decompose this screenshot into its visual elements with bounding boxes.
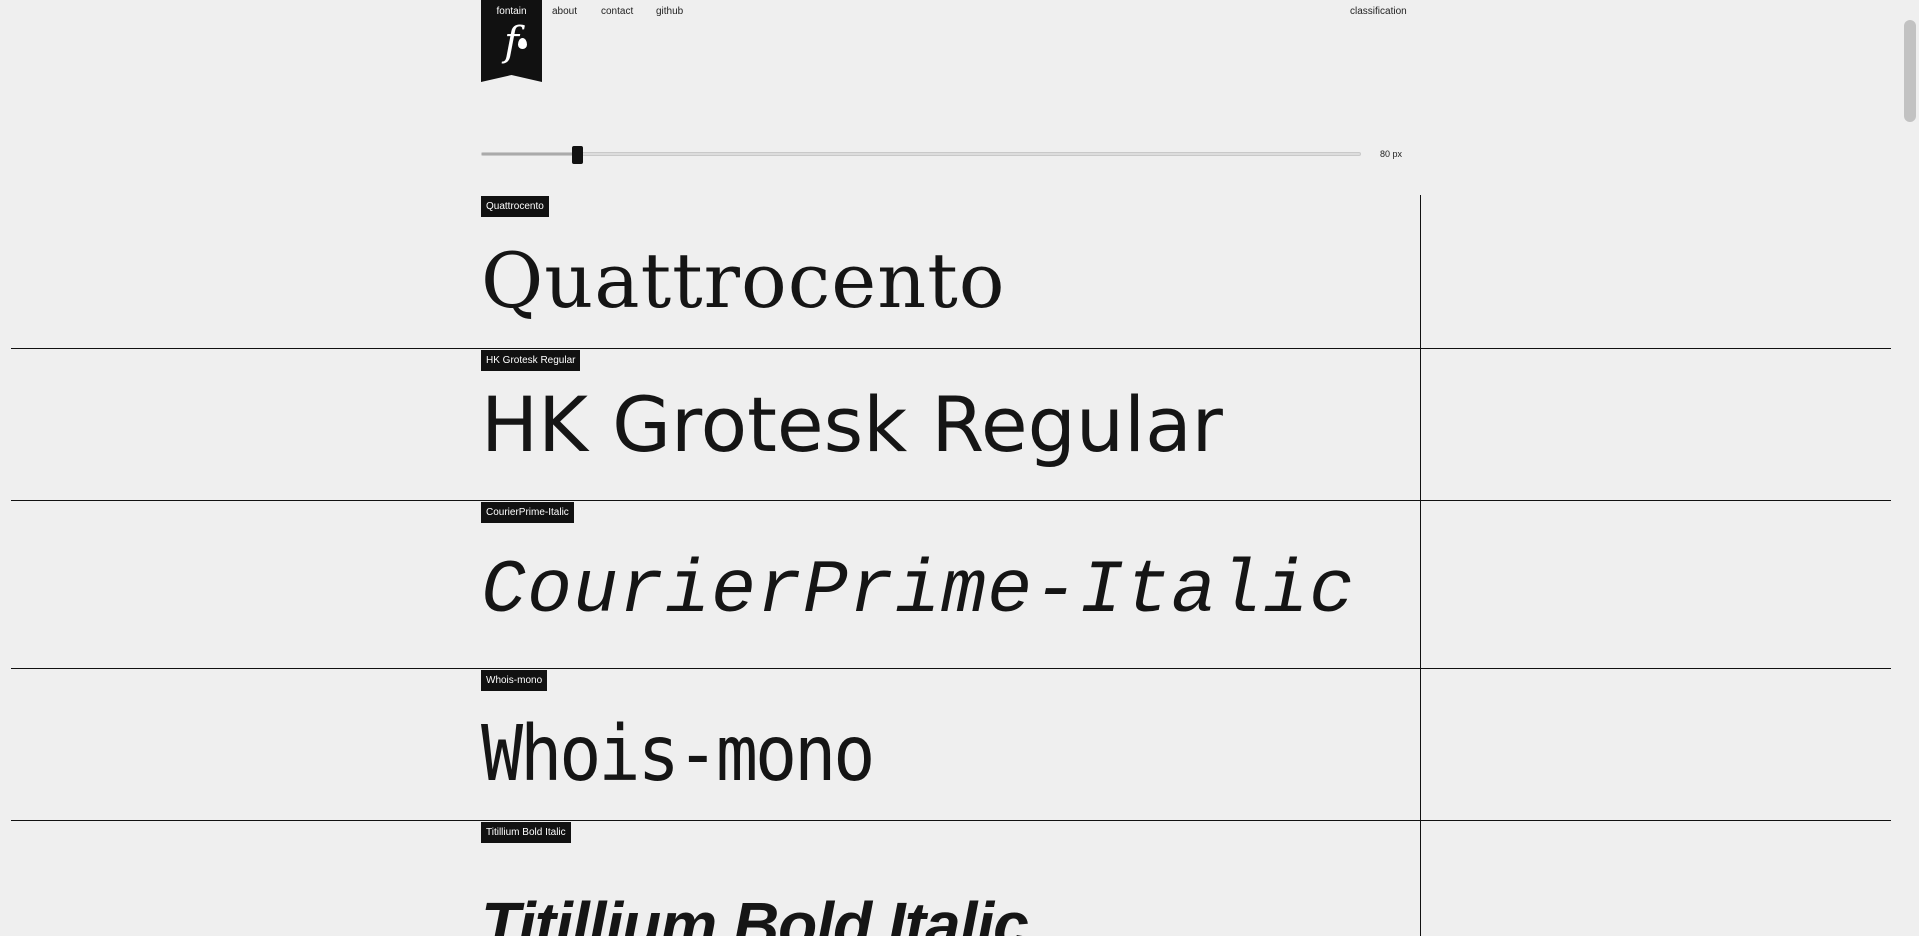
column-divider (1420, 195, 1421, 936)
font-row-quattrocento[interactable]: Quattrocento Quattrocento (481, 196, 1420, 348)
font-name-tag: CourierPrime-Italic (481, 502, 574, 523)
row-divider (11, 820, 1891, 821)
page-scrollbar-thumb[interactable] (1904, 20, 1916, 122)
font-name-tag: Whois-mono (481, 670, 548, 691)
font-name-tag: Quattrocento (481, 196, 549, 217)
logo-f-icon: f (504, 19, 519, 65)
page: fontain f about contact github classific… (0, 0, 1919, 936)
page-scrollbar[interactable] (1902, 0, 1919, 936)
row-divider (11, 348, 1891, 349)
nav-github-link[interactable]: github (656, 6, 683, 17)
row-divider (11, 668, 1891, 669)
logo-text: fontain (496, 6, 527, 17)
fontain-logo[interactable]: fontain f (481, 0, 542, 82)
font-size-slider-track[interactable] (481, 152, 1361, 156)
font-row-whois-mono[interactable]: Whois-mono Whois-mono (481, 670, 1420, 820)
nav-classification-link[interactable]: classification (1350, 6, 1407, 17)
font-sample-text: Titillium Bold Italic (481, 889, 1029, 936)
nav-contact-link[interactable]: contact (601, 6, 633, 17)
font-sample-text: CourierPrime-Italic (481, 549, 1356, 634)
font-size-slider-thumb[interactable] (572, 146, 583, 164)
nav-about-link[interactable]: about (552, 6, 577, 17)
font-row-courierprime-italic[interactable]: CourierPrime-Italic CourierPrime-Italic (481, 502, 1420, 668)
logo-drop-icon (518, 38, 527, 49)
row-divider (11, 500, 1891, 501)
font-name-tag: Titillium Bold Italic (481, 822, 571, 843)
font-row-titillium-bold-italic[interactable]: Titillium Bold Italic Titillium Bold Ita… (481, 822, 1420, 936)
font-sample-text: Whois-mono (481, 708, 875, 799)
font-size-value: 80 px (1380, 149, 1403, 159)
font-sample-text: Quattrocento (481, 236, 1006, 325)
font-row-hk-grotesk[interactable]: HK Grotesk Regular HK Grotesk Regular (481, 350, 1420, 500)
font-name-tag: HK Grotesk Regular (481, 350, 581, 371)
font-sample-text: HK Grotesk Regular (481, 380, 1223, 469)
font-size-slider-fill (482, 153, 583, 155)
